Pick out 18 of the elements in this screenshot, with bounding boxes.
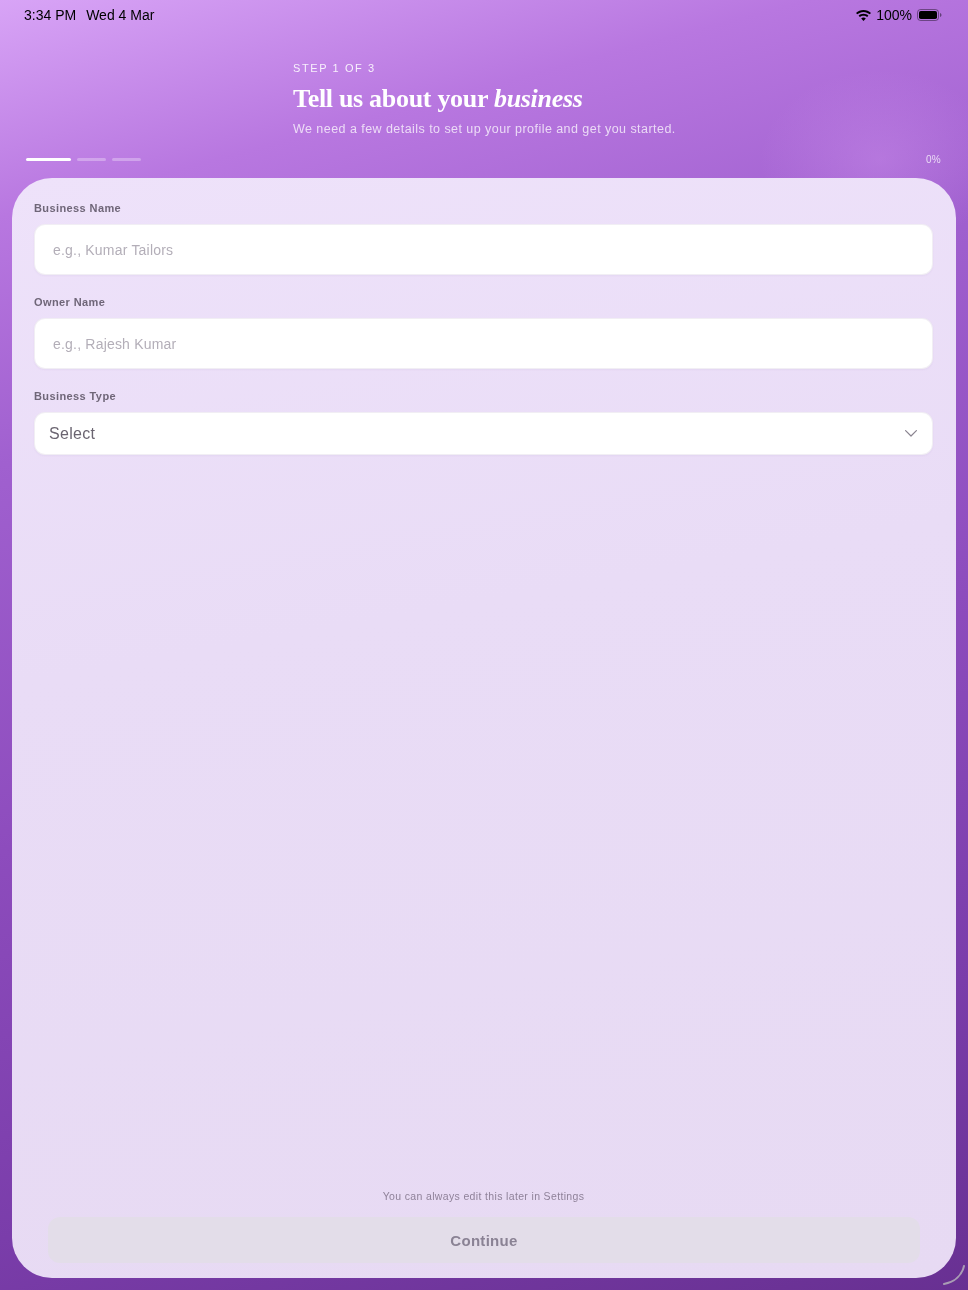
field-label: Owner Name bbox=[34, 295, 106, 309]
progress-percent: 0% bbox=[925, 153, 941, 165]
footer-note: You can always edit this later in Settings bbox=[382, 1189, 585, 1203]
battery-percent: 100% bbox=[876, 7, 912, 23]
text-field[interactable]: e.g., Rajesh Kumar bbox=[34, 318, 933, 369]
status-time: 3:34 PM bbox=[24, 7, 77, 23]
battery-icon bbox=[917, 9, 942, 21]
chevron-down-icon bbox=[905, 430, 917, 437]
text-field[interactable]: e.g., Kumar Tailors bbox=[34, 224, 933, 275]
field-label: Business Type bbox=[34, 389, 117, 403]
page-title: Tell us about your business bbox=[293, 84, 583, 114]
step-indicator: STEP 1 OF 3 bbox=[293, 61, 376, 75]
wifi-icon bbox=[856, 9, 872, 21]
field-label: Business Name bbox=[34, 201, 122, 215]
status-date: Wed 4 Mar bbox=[86, 7, 155, 23]
corner-arc-icon[interactable] bbox=[943, 1265, 965, 1285]
page-subtitle: We need a few details to set up your profile and get you started. bbox=[293, 121, 676, 137]
dropdown[interactable]: Select bbox=[34, 412, 933, 455]
